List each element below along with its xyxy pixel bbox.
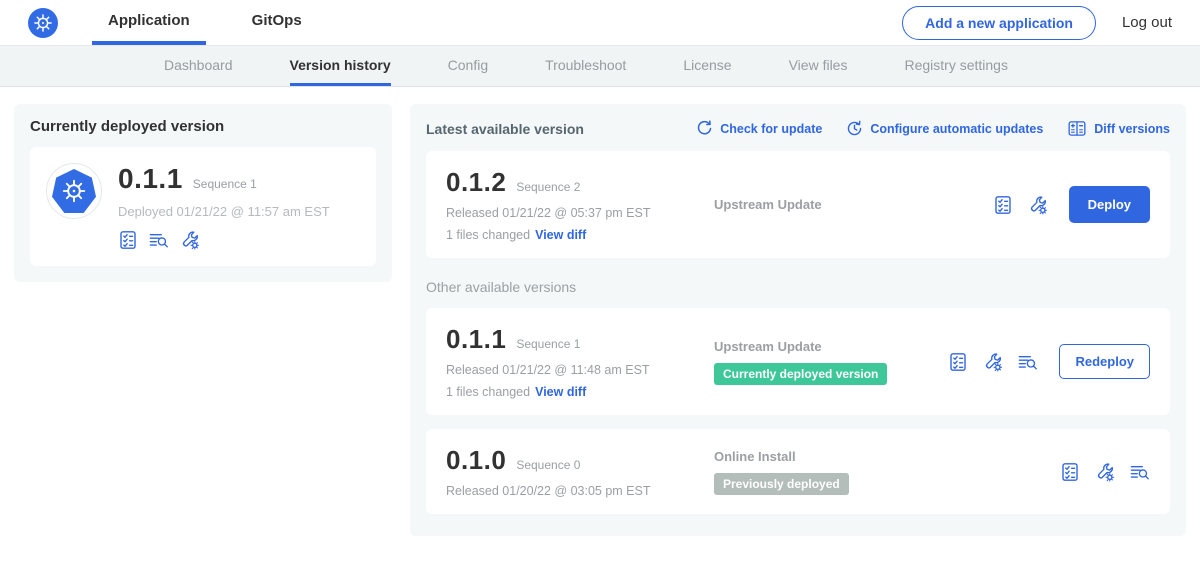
kubernetes-logo-icon: [52, 169, 96, 213]
deploy-button[interactable]: Deploy: [1069, 186, 1150, 223]
configure-automatic-updates-link[interactable]: Configure automatic updates: [846, 120, 1043, 137]
released-timestamp: Released 01/20/22 @ 03:05 pm EST: [446, 484, 696, 498]
diff-versions-label: Diff versions: [1094, 122, 1170, 136]
version-row-0-1-0: 0.1.0 Sequence 0 Released 01/20/22 @ 03:…: [426, 429, 1170, 514]
preflight-checks-icon[interactable]: [948, 352, 968, 372]
deployed-version-tile: 0.1.1 Sequence 1 Deployed 01/21/22 @ 11:…: [30, 147, 376, 266]
version-source: Upstream Update: [696, 197, 993, 212]
diff-icon: [1067, 120, 1087, 137]
sequence-label: Sequence 2: [516, 180, 580, 194]
logout-button[interactable]: Log out: [1122, 14, 1172, 31]
version-source: Online Install Previously deployed: [696, 449, 1060, 495]
version-history-panel: Latest available version Check for updat…: [410, 104, 1186, 536]
app-subnav: Dashboard Version history Config Trouble…: [0, 46, 1200, 87]
header-tabs: Application GitOps: [92, 0, 318, 45]
source-label: Online Install: [714, 449, 1060, 464]
tab-application[interactable]: Application: [92, 0, 206, 45]
version-info: 0.1.0 Sequence 0 Released 01/20/22 @ 03:…: [446, 445, 696, 498]
files-changed: 1 files changed View diff: [446, 385, 696, 399]
view-logs-icon[interactable]: [149, 230, 169, 250]
version-info: 0.1.2 Sequence 2 Released 01/21/22 @ 05:…: [446, 167, 696, 242]
kubernetes-logo-icon: [28, 8, 58, 38]
version-number: 0.1.2: [446, 167, 506, 198]
subnav-tab-dashboard[interactable]: Dashboard: [164, 46, 233, 86]
diff-versions-link[interactable]: Diff versions: [1067, 120, 1170, 137]
version-source: Upstream Update Currently deployed versi…: [696, 339, 948, 385]
view-diff-link[interactable]: View diff: [535, 385, 586, 399]
config-icon[interactable]: [1028, 195, 1048, 215]
version-actions: [1060, 462, 1150, 482]
check-for-update-label: Check for update: [720, 122, 822, 136]
view-logs-icon[interactable]: [1018, 352, 1038, 372]
version-number: 0.1.0: [446, 445, 506, 476]
view-diff-link[interactable]: View diff: [535, 228, 586, 242]
currently-deployed-card: Currently deployed version 0.1.1 Sequenc…: [14, 104, 392, 282]
panel-header: Latest available version Check for updat…: [426, 120, 1170, 137]
deployed-actions: [118, 230, 330, 250]
subnav-tab-version-history[interactable]: Version history: [290, 46, 391, 86]
deployed-version-number: 0.1.1: [118, 163, 183, 195]
version-info: 0.1.1 Sequence 1 Released 01/21/22 @ 11:…: [446, 324, 696, 399]
config-icon[interactable]: [1095, 462, 1115, 482]
tab-gitops[interactable]: GitOps: [236, 0, 318, 45]
schedule-icon: [846, 120, 863, 137]
previously-deployed-badge: Previously deployed: [714, 473, 849, 495]
other-versions-title: Other available versions: [426, 279, 1170, 295]
released-timestamp: Released 01/21/22 @ 05:37 pm EST: [446, 206, 696, 220]
deployed-sequence-label: Sequence 1: [193, 177, 257, 191]
check-for-update-link[interactable]: Check for update: [696, 120, 822, 137]
redeploy-button[interactable]: Redeploy: [1059, 344, 1150, 379]
config-icon[interactable]: [180, 230, 200, 250]
subnav-tab-config[interactable]: Config: [448, 46, 488, 86]
config-icon[interactable]: [983, 352, 1003, 372]
preflight-checks-icon[interactable]: [1060, 462, 1080, 482]
version-row-0-1-2: 0.1.2 Sequence 2 Released 01/21/22 @ 05:…: [426, 151, 1170, 258]
app-logo[interactable]: [28, 0, 58, 45]
add-application-button[interactable]: Add a new application: [902, 6, 1096, 40]
subnav-tab-view-files[interactable]: View files: [789, 46, 848, 86]
configure-updates-label: Configure automatic updates: [870, 122, 1043, 136]
app-icon-ring: [46, 163, 102, 219]
view-logs-icon[interactable]: [1130, 462, 1150, 482]
latest-available-title: Latest available version: [426, 121, 584, 137]
main-content: Currently deployed version 0.1.1 Sequenc…: [0, 87, 1200, 536]
panel-actions: Check for update Configure automatic upd…: [696, 120, 1170, 137]
currently-deployed-badge: Currently deployed version: [714, 363, 887, 385]
version-row-0-1-1: 0.1.1 Sequence 1 Released 01/21/22 @ 11:…: [426, 308, 1170, 415]
subnav-tab-troubleshoot[interactable]: Troubleshoot: [545, 46, 626, 86]
preflight-checks-icon[interactable]: [118, 230, 138, 250]
sequence-label: Sequence 1: [516, 337, 580, 351]
header-right: Add a new application Log out: [902, 0, 1172, 45]
released-timestamp: Released 01/21/22 @ 11:48 am EST: [446, 363, 696, 377]
deployed-card-title: Currently deployed version: [30, 118, 376, 135]
files-changed-label: 1 files changed: [446, 385, 530, 399]
version-actions: Redeploy: [948, 344, 1150, 379]
files-changed-label: 1 files changed: [446, 228, 530, 242]
subnav-tab-registry-settings[interactable]: Registry settings: [904, 46, 1007, 86]
deployed-timestamp: Deployed 01/21/22 @ 11:57 am EST: [118, 204, 330, 219]
deployed-version-info: 0.1.1 Sequence 1 Deployed 01/21/22 @ 11:…: [118, 163, 330, 250]
subnav-tab-license[interactable]: License: [683, 46, 731, 86]
refresh-icon: [696, 120, 713, 137]
version-actions: Deploy: [993, 186, 1150, 223]
files-changed: 1 files changed View diff: [446, 228, 696, 242]
top-header: Application GitOps Add a new application…: [0, 0, 1200, 46]
sequence-label: Sequence 0: [516, 458, 580, 472]
source-label: Upstream Update: [714, 339, 948, 354]
preflight-checks-icon[interactable]: [993, 195, 1013, 215]
version-number: 0.1.1: [446, 324, 506, 355]
source-label: Upstream Update: [714, 197, 993, 212]
